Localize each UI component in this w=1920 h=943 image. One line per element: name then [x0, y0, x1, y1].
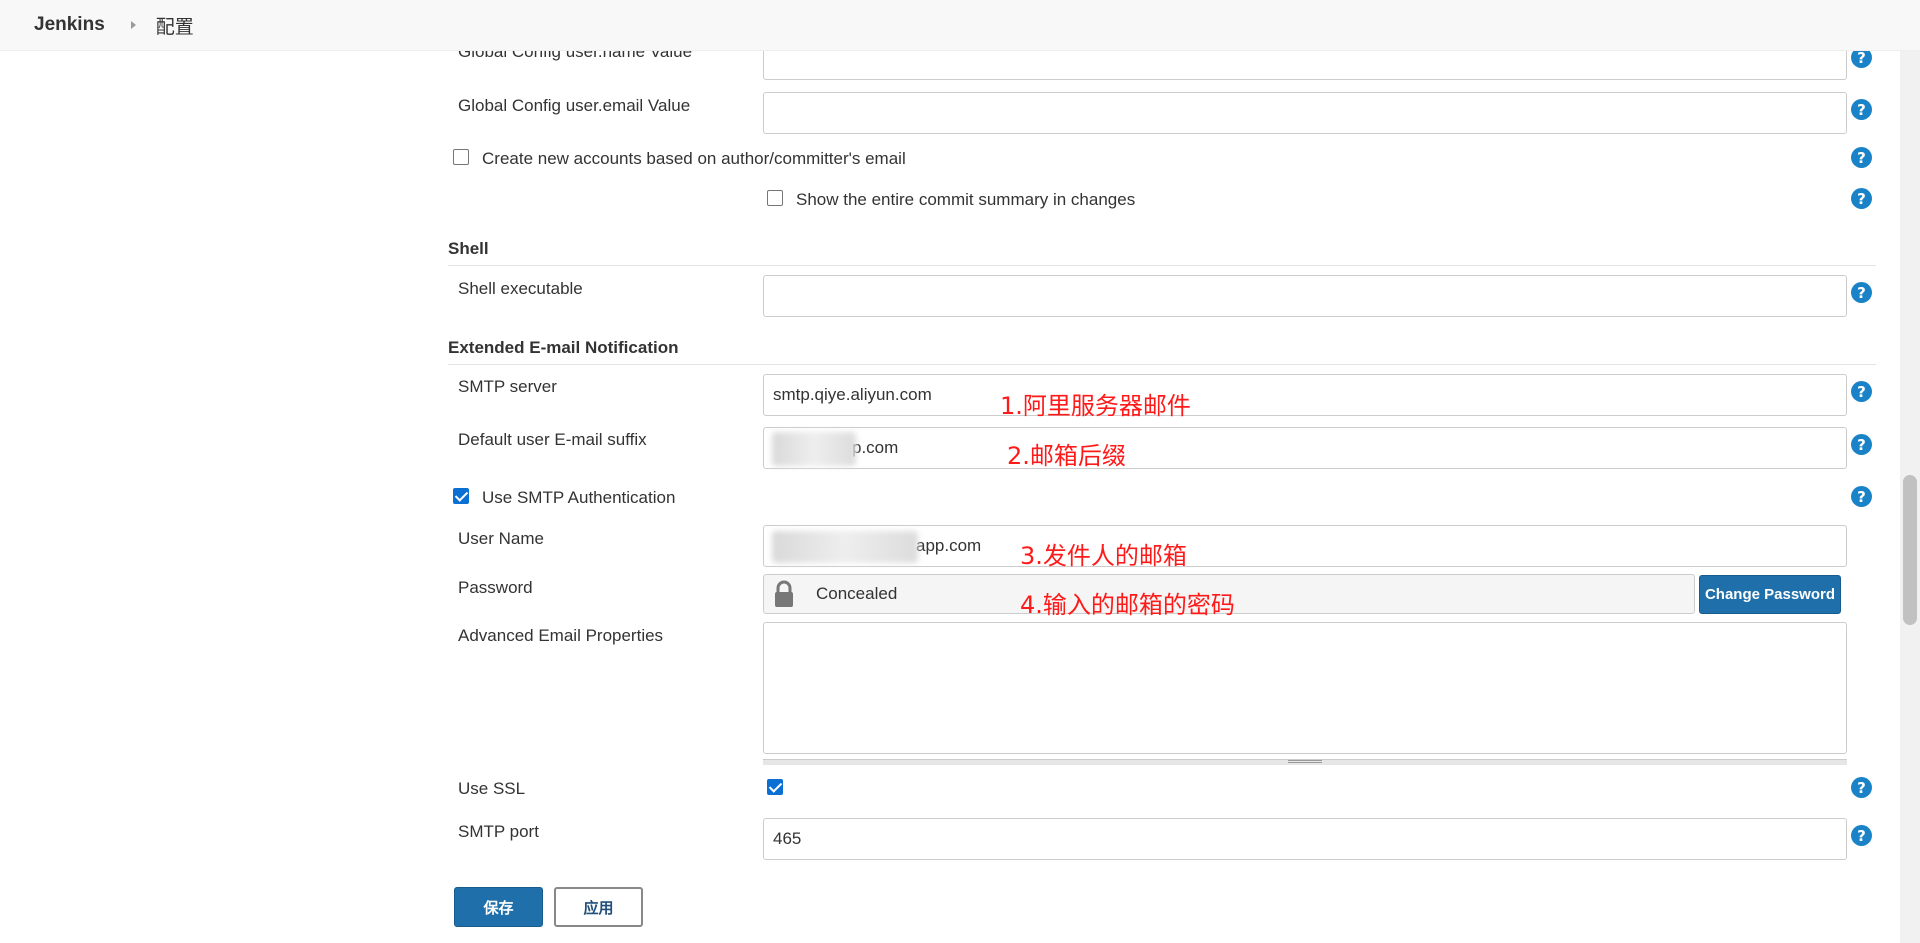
smtp-port-input[interactable]: 465 [763, 818, 1847, 860]
help-icon[interactable]: ? [1851, 188, 1872, 209]
redacted-blur [772, 432, 856, 466]
redacted-blur [772, 531, 918, 563]
use-smtp-auth-label: Use SMTP Authentication [482, 488, 676, 507]
help-icon[interactable]: ? [1851, 99, 1872, 120]
annotation-email-suffix: 2.邮箱后缀 [1007, 442, 1126, 470]
user-name-input[interactable]: app.com [763, 525, 1847, 567]
email-suffix-label: Default user E-mail suffix [458, 430, 647, 449]
help-icon[interactable]: ? [1851, 147, 1872, 168]
show-commit-summary-label: Show the entire commit summary in change… [796, 190, 1136, 209]
show-commit-summary-checkbox[interactable] [767, 190, 783, 206]
use-ssl-label: Use SSL [458, 779, 526, 798]
scrollbar-thumb[interactable] [1903, 475, 1917, 625]
grip-icon [1288, 760, 1322, 763]
advanced-properties-label: Advanced Email Properties [458, 626, 664, 645]
help-icon[interactable]: ? [1851, 434, 1872, 455]
password-label: Password [458, 578, 533, 597]
help-icon[interactable]: ? [1851, 486, 1872, 507]
chevron-right-icon [130, 21, 136, 29]
advanced-properties-textarea[interactable] [763, 622, 1847, 754]
help-icon[interactable]: ? [1851, 381, 1872, 402]
help-icon[interactable]: ? [1851, 282, 1872, 303]
help-icon[interactable]: ? [1851, 777, 1872, 798]
shell-section-title: Shell [448, 239, 489, 258]
change-password-button[interactable]: Change Password [1699, 575, 1841, 614]
smtp-server-label: SMTP server [458, 377, 557, 396]
email-section-title: Extended E-mail Notification [448, 338, 679, 357]
breadcrumb-bar: Jenkins 配置 [0, 0, 1920, 51]
use-ssl-checkbox[interactable] [767, 779, 783, 795]
shell-executable-label: Shell executable [458, 279, 583, 298]
lock-icon [766, 575, 802, 613]
smtp-server-input[interactable]: smtp.qiye.aliyun.com [763, 374, 1847, 416]
git-user-email-label: Global Config user.email Value [458, 96, 691, 115]
jenkins-home-link[interactable]: Jenkins [34, 14, 105, 36]
smtp-port-label: SMTP port [458, 822, 539, 841]
section-divider [448, 265, 1876, 266]
email-suffix-input[interactable]: p.com [763, 427, 1847, 469]
annotation-password: 4.输入的邮箱的密码 [1020, 591, 1235, 619]
breadcrumb-config[interactable]: 配置 [156, 12, 194, 39]
shell-executable-input[interactable] [763, 275, 1847, 317]
annotation-user-name: 3.发件人的邮箱 [1020, 542, 1187, 570]
save-button[interactable]: 保存 [454, 887, 543, 927]
user-name-label: User Name [458, 529, 544, 548]
config-form: Global Config user.name Value ? Global C… [0, 0, 1920, 943]
use-smtp-auth-checkbox[interactable] [453, 488, 469, 504]
annotation-smtp-server: 1.阿里服务器邮件 [1000, 392, 1191, 420]
git-user-email-input[interactable] [763, 92, 1847, 134]
section-divider [448, 364, 1876, 365]
apply-button[interactable]: 应用 [554, 887, 643, 927]
help-icon[interactable]: ? [1851, 825, 1872, 846]
create-accounts-checkbox[interactable] [453, 149, 469, 165]
create-accounts-label: Create new accounts based on author/comm… [482, 149, 906, 168]
